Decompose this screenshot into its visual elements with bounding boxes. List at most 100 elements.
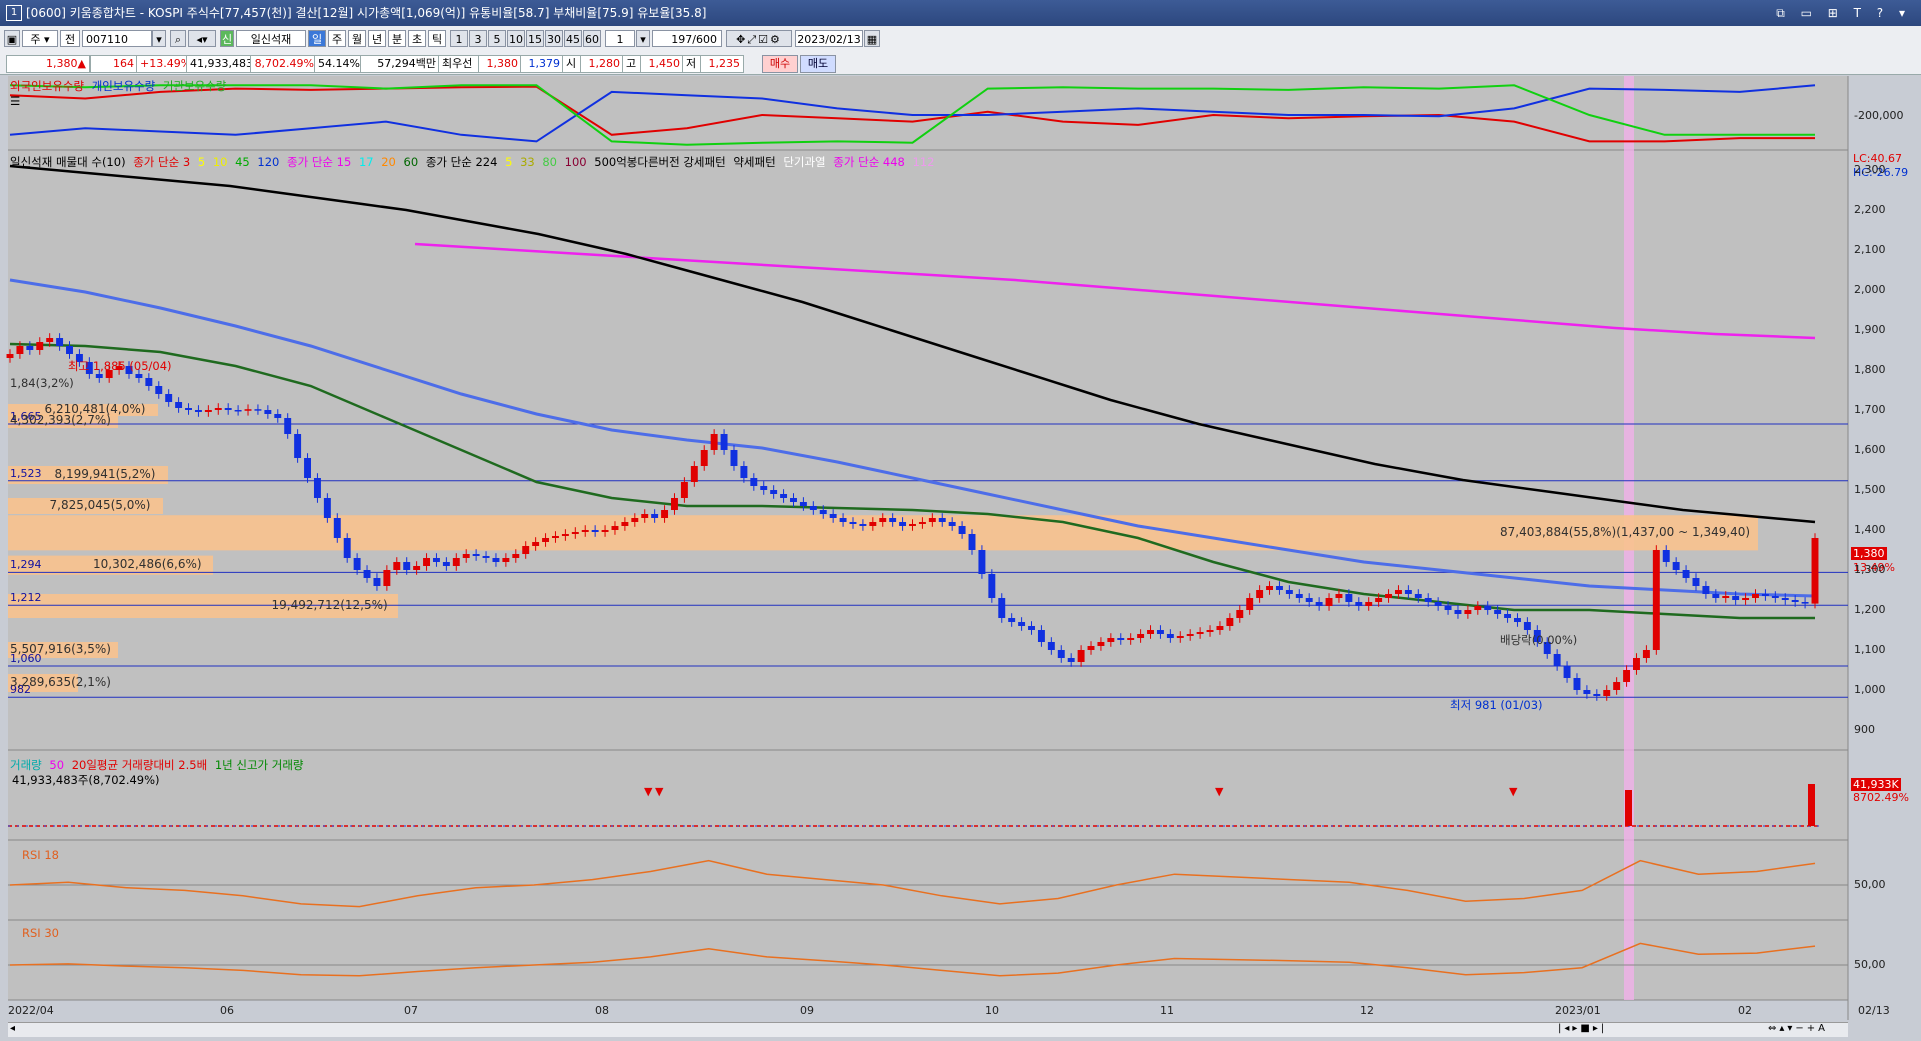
candle-body	[1702, 586, 1710, 594]
x-tick-label: 06	[220, 1004, 234, 1017]
candle-body	[175, 402, 183, 408]
legend-ma1-120: 120	[257, 155, 280, 169]
candle-body	[720, 434, 728, 450]
candle-body	[462, 554, 470, 558]
candle-body	[95, 374, 103, 378]
legend-vol-avg: 20일평균 거래량대비 2.5배	[71, 758, 208, 772]
y-tick-label: 1,000	[1854, 683, 1886, 696]
candle-body	[1672, 562, 1680, 570]
candle-body	[1801, 602, 1809, 604]
candle-body	[492, 558, 500, 562]
candle-body	[343, 538, 351, 558]
candle-body	[1335, 594, 1343, 598]
candle-body	[790, 498, 797, 502]
candle-body	[1464, 610, 1472, 614]
level-label: 1,294	[10, 558, 42, 572]
candle-body	[839, 518, 847, 522]
high-annotation: 최고 1,885 (05/04)	[68, 359, 172, 373]
y-tick-label: 1,500	[1854, 483, 1886, 496]
candle-body	[442, 562, 450, 566]
y-tick-label: 2,100	[1854, 243, 1886, 256]
scroll-left-icon[interactable]: ◂	[10, 1023, 15, 1034]
candle-body	[889, 518, 897, 522]
candle-body	[1474, 606, 1482, 610]
candle-body	[1642, 650, 1650, 658]
candle-body	[899, 522, 907, 526]
legend-ma2-60: 60	[403, 155, 419, 169]
y-tick-label: 1,300	[1854, 563, 1886, 576]
volume-profile-label: 10,302,486(6,6%)	[93, 557, 202, 572]
candle-body	[750, 478, 758, 486]
y-tick-label: 1,100	[1854, 643, 1886, 656]
x-tick-label: 2023/01	[1555, 1004, 1601, 1017]
x-tick-label: 11	[1160, 1004, 1174, 1017]
volume-profile-label: 3,289,635(2,1%)	[10, 675, 111, 689]
legend-ma2-17: 17	[358, 155, 374, 169]
candle-body	[1008, 618, 1016, 622]
level-label: 1,212	[10, 591, 42, 605]
volume-signal-arrow: ▼	[655, 785, 664, 798]
candle-body	[1156, 630, 1164, 634]
y-tick-label: 2,000	[1854, 283, 1886, 296]
candle-body	[363, 570, 371, 578]
candle-body	[482, 556, 490, 558]
candle-body	[601, 530, 609, 532]
zoom-icons[interactable]: ⇔▴▾−+A	[1768, 1023, 1828, 1034]
candle-body	[1761, 594, 1769, 596]
candle-body	[393, 562, 401, 570]
candle-body	[1266, 586, 1274, 590]
candle-body	[1355, 602, 1363, 606]
settings-icon[interactable]: ☰	[10, 94, 20, 108]
candle-body	[135, 374, 143, 378]
candle-body	[1583, 690, 1591, 694]
legend-ma3-5: 5	[505, 155, 513, 169]
candle-body	[819, 510, 827, 514]
candle-body	[809, 506, 817, 510]
volume-value: 41,933,483주(8,702.49%)	[12, 773, 160, 787]
volume-spike	[1625, 790, 1632, 826]
y-tick-label: 1,600	[1854, 443, 1886, 456]
candle-body	[621, 522, 629, 526]
candle-body	[353, 558, 361, 570]
candle-body	[1067, 658, 1075, 662]
legend-ma3: 종가 단순 224	[425, 155, 498, 169]
candle-body	[1404, 590, 1412, 594]
legend-price: 일신석재 매물대 수(10)	[10, 155, 126, 169]
candle-body	[1553, 654, 1561, 666]
candle-body	[571, 532, 579, 534]
candle-body	[1028, 626, 1035, 630]
candle-body	[998, 598, 1006, 618]
playback-icons[interactable]: |◂▸■▸|	[1558, 1023, 1607, 1034]
candle-body	[1137, 634, 1145, 638]
legend-ma2: 종가 단순 15	[287, 155, 352, 169]
candle-body	[1315, 602, 1323, 606]
rsi18-legend: RSI 18	[22, 848, 59, 862]
volume-bars: ▼ ▼ ▼ ▼	[8, 784, 1820, 827]
legend-institution: 기관보유수량	[162, 79, 227, 93]
candle-body	[1662, 550, 1670, 562]
candle-body	[948, 522, 956, 526]
candle-body	[234, 410, 242, 412]
candle-body	[1514, 618, 1521, 622]
candle-body	[66, 346, 73, 354]
candle-body	[46, 338, 54, 342]
x-tick-label: 08	[595, 1004, 609, 1017]
candle-body	[1365, 602, 1373, 606]
legend-ma1-10: 10	[212, 155, 228, 169]
candle-body	[1781, 598, 1789, 600]
candle-body	[988, 574, 996, 598]
candle-body	[254, 409, 262, 411]
candle-body	[968, 534, 976, 550]
candle-body	[591, 530, 599, 532]
candle-body	[1117, 638, 1125, 640]
candle-body	[413, 566, 421, 570]
legend-ma3-100: 100	[564, 155, 587, 169]
candle-body	[700, 450, 708, 466]
legend-ma1-45: 45	[235, 155, 250, 169]
candle-body	[829, 514, 837, 518]
ma224-line	[9, 164, 1816, 524]
chart-scrollbar[interactable]: ◂ |◂▸■▸| ⇔▴▾−+A	[8, 1022, 1848, 1037]
legend-ma4: 종가 단순 448	[833, 155, 905, 169]
candle-body	[304, 458, 311, 478]
candle-body	[1444, 606, 1452, 610]
